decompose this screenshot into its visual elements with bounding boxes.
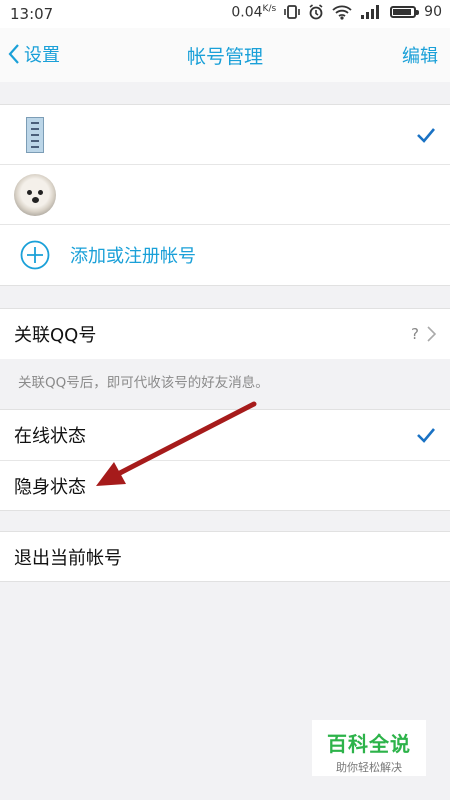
wifi-icon bbox=[332, 5, 352, 20]
battery-icon bbox=[390, 6, 420, 19]
chevron-right-icon bbox=[427, 326, 436, 342]
net-speed: 0.04K/s bbox=[231, 4, 276, 21]
account-row-2[interactable] bbox=[0, 165, 450, 225]
alarm-icon bbox=[309, 4, 323, 20]
nav-bar: 设置 帐号管理 编辑 bbox=[0, 28, 450, 82]
page-title: 帐号管理 bbox=[186, 46, 263, 68]
battery-fill bbox=[393, 9, 412, 16]
invisible-status-row[interactable]: 隐身状态 bbox=[0, 461, 450, 510]
link-qq-group: 关联QQ号 ? bbox=[0, 308, 450, 360]
account-avatar-scroll bbox=[26, 116, 44, 153]
vibrate-icon bbox=[284, 5, 300, 20]
account-row-1[interactable] bbox=[0, 105, 450, 165]
help-mark: ? bbox=[411, 325, 419, 343]
net-speed-unit: K/s bbox=[262, 4, 277, 14]
status-icons: 0.04K/s 90 bbox=[231, 4, 442, 21]
link-qq-row[interactable]: 关联QQ号 ? bbox=[0, 309, 450, 359]
status-time: 13:07 bbox=[10, 5, 54, 23]
dog-avatar bbox=[14, 173, 56, 216]
add-account-row[interactable]: 添加或注册帐号 bbox=[0, 225, 450, 285]
signal-icon bbox=[361, 5, 380, 20]
logout-group: 退出当前帐号 bbox=[0, 531, 450, 582]
edit-button[interactable]: 编辑 bbox=[402, 42, 438, 68]
online-status-label: 在线状态 bbox=[14, 426, 86, 447]
online-status-row[interactable]: 在线状态 bbox=[0, 410, 450, 461]
battery-percent: 90 bbox=[424, 4, 442, 21]
add-circle-icon bbox=[20, 240, 50, 270]
watermark-subtitle: 助你轻松解决 bbox=[336, 761, 402, 774]
net-speed-value: 0.04 bbox=[231, 4, 263, 21]
watermark-logo: 百科全说 助你轻松解决 bbox=[312, 720, 426, 776]
logout-row[interactable]: 退出当前帐号 bbox=[0, 532, 450, 581]
add-account-label: 添加或注册帐号 bbox=[70, 246, 196, 267]
check-icon bbox=[417, 127, 435, 143]
link-qq-help: ? bbox=[411, 325, 436, 343]
accounts-list: 添加或注册帐号 bbox=[0, 104, 450, 286]
watermark-title: 百科全说 bbox=[327, 732, 411, 756]
link-qq-label: 关联QQ号 bbox=[14, 325, 97, 346]
status-bar: 13:07 0.04K/s 90 bbox=[0, 0, 450, 29]
status-group: 在线状态 隐身状态 bbox=[0, 409, 450, 511]
check-icon bbox=[417, 428, 435, 443]
logout-label: 退出当前帐号 bbox=[14, 547, 122, 569]
invisible-status-label: 隐身状态 bbox=[14, 476, 86, 498]
link-qq-hint: 关联QQ号后，即可代收该号的好友消息。 bbox=[0, 359, 450, 407]
